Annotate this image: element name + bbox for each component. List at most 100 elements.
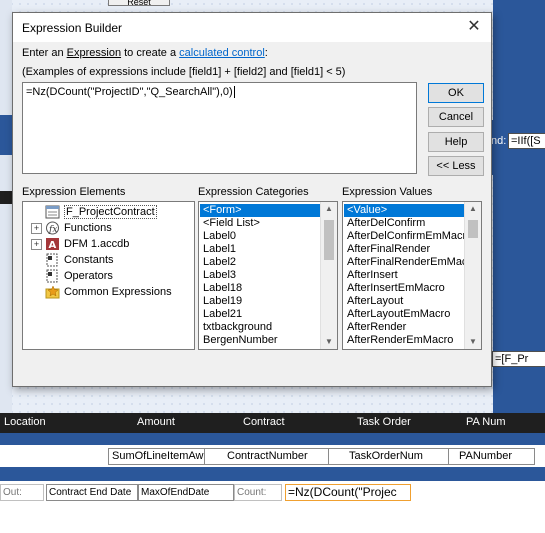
tree-label-operators: Operators — [64, 270, 113, 282]
scroll-thumb[interactable] — [324, 220, 334, 260]
bg-field-project[interactable]: =[F_Pr — [492, 351, 545, 367]
bg-left-label — [0, 191, 12, 204]
ok-button[interactable]: OK — [428, 83, 484, 103]
function-icon: fx — [45, 221, 60, 235]
tree-item-operators[interactable]: Operators — [45, 268, 113, 284]
value-item[interactable]: AfterRender — [344, 321, 464, 334]
scroll-up-icon[interactable]: ▲ — [321, 202, 337, 216]
star-folder-icon — [45, 285, 60, 299]
text-caret — [233, 86, 235, 99]
expand-icon[interactable]: + — [31, 238, 42, 250]
svg-text:A: A — [49, 240, 57, 251]
tree-item-form[interactable]: F_ProjectContract — [45, 204, 157, 220]
dialog-title: Expression Builder — [22, 21, 123, 35]
value-item[interactable]: AfterLayoutEmMacro — [344, 308, 464, 321]
category-item[interactable]: Label0 — [200, 230, 320, 243]
instruction-mid: to create a — [121, 47, 180, 59]
svg-text:fx: fx — [48, 225, 57, 235]
footer-contract-end-label[interactable]: Contract End Date — [46, 484, 138, 501]
col-contract: Contract — [243, 416, 285, 428]
title-bar: Expression Builder — [13, 13, 491, 42]
category-item[interactable]: Label18 — [200, 282, 320, 295]
calculated-control-link[interactable]: calculated control — [179, 47, 265, 59]
col-pa-num: PA Num — [466, 416, 506, 428]
value-item[interactable]: AfterRenderEmMacro — [344, 334, 464, 347]
reset-button[interactable]: Reset — [108, 0, 170, 6]
footer-max-end-date[interactable]: MaxOfEndDate — [138, 484, 234, 501]
cancel-button[interactable]: Cancel — [428, 107, 484, 127]
values-list[interactable]: <Value> AfterDelConfirm AfterDelConfirmE… — [342, 201, 482, 350]
value-item[interactable]: AfterDelConfirm — [344, 217, 464, 230]
categories-list[interactable]: <Form> <Field List> Label0 Label1 Label2… — [198, 201, 338, 350]
expression-text: =Nz(DCount("ProjectID","Q_SearchAll"),0) — [26, 86, 233, 98]
detail-band — [0, 433, 545, 445]
bg-field-iif[interactable]: =IIf([S — [508, 133, 545, 149]
category-item[interactable]: Label21 — [200, 308, 320, 321]
value-item[interactable]: AfterFinalRender — [344, 243, 464, 256]
instruction-prefix: Enter an — [22, 47, 67, 59]
footer-count-expression[interactable]: =Nz(DCount("Projec — [285, 484, 411, 501]
field-task-order-num[interactable]: TaskOrderNum — [328, 448, 465, 465]
field-contract-number[interactable]: ContractNumber — [204, 448, 346, 465]
tree-label-constants: Constants — [64, 254, 114, 266]
tree-item-database[interactable]: + A DFM 1.accdb — [31, 236, 129, 252]
footer-count-label: Count: — [234, 484, 282, 501]
elements-label: Expression Elements — [22, 186, 126, 198]
detail-row: SumOfLineItemAwa ContractNumber TaskOrde… — [0, 445, 545, 467]
instruction-expr: Expression — [66, 47, 122, 59]
less-button[interactable]: << Less — [428, 156, 484, 176]
footer-band — [0, 467, 545, 481]
value-item[interactable]: AfterDelConfirmEmMacro — [344, 230, 464, 243]
value-item[interactable]: <Value> — [344, 204, 464, 217]
tree-item-common-expressions[interactable]: Common Expressions — [45, 284, 172, 300]
col-location: Location — [4, 416, 46, 428]
tree-label-common-expressions: Common Expressions — [64, 286, 172, 298]
category-item[interactable]: BergenNumber — [200, 334, 320, 347]
instruction-suffix: : — [264, 47, 268, 59]
value-item[interactable]: AfterLayout — [344, 295, 464, 308]
examples-text: (Examples of expressions include [field1… — [22, 66, 346, 78]
field-pa-number[interactable]: PANumber — [448, 448, 535, 465]
value-item[interactable]: AfterFinalRenderEmMacro — [344, 256, 464, 269]
category-item[interactable]: <Field List> — [200, 217, 320, 230]
footer-out-label: Out: — [0, 484, 44, 501]
elements-tree[interactable]: F_ProjectContract + fx Functions + A DFM… — [22, 201, 195, 350]
constants-icon — [45, 253, 60, 267]
category-item[interactable]: Label2 — [200, 256, 320, 269]
scroll-up-icon[interactable]: ▲ — [465, 202, 481, 216]
expand-icon[interactable]: + — [31, 222, 42, 234]
categories-label: Expression Categories — [198, 186, 309, 198]
scroll-down-icon[interactable]: ▼ — [321, 335, 337, 349]
close-icon[interactable] — [465, 18, 483, 36]
categories-scrollbar[interactable]: ▲ ▼ — [320, 202, 337, 349]
category-item[interactable]: Label19 — [200, 295, 320, 308]
category-item[interactable]: <Form> — [200, 204, 320, 217]
help-button[interactable]: Help — [428, 132, 484, 152]
form-icon — [45, 205, 60, 219]
tree-label-functions: Functions — [64, 222, 112, 234]
category-item[interactable]: Label1 — [200, 243, 320, 256]
scroll-down-icon[interactable]: ▼ — [465, 335, 481, 349]
tree-label-database: DFM 1.accdb — [64, 238, 130, 250]
tree-item-functions[interactable]: + fx Functions — [31, 220, 112, 236]
expression-builder-dialog: Expression Builder Enter an Expression t… — [12, 12, 492, 387]
tree-label-form: F_ProjectContract — [64, 205, 157, 219]
category-item[interactable]: Label3 — [200, 269, 320, 282]
expression-textbox[interactable]: =Nz(DCount("ProjectID","Q_SearchAll"),0) — [22, 82, 417, 174]
values-scrollbar[interactable]: ▲ ▼ — [464, 202, 481, 349]
value-item[interactable]: AfterInsert — [344, 269, 464, 282]
category-item[interactable]: txtbackground — [200, 321, 320, 334]
operators-icon — [45, 269, 60, 283]
field-sum-line-item[interactable]: SumOfLineItemAwa — [108, 448, 205, 465]
bg-field-label: nd: — [491, 135, 507, 147]
value-item[interactable]: AfterInsertEmMacro — [344, 282, 464, 295]
col-task-order: Task Order — [357, 416, 411, 428]
scroll-thumb[interactable] — [468, 220, 478, 238]
tree-item-constants[interactable]: Constants — [45, 252, 114, 268]
values-label: Expression Values — [342, 186, 433, 198]
access-database-icon: A — [45, 237, 60, 251]
left-ruler — [0, 0, 12, 413]
col-amount: Amount — [137, 416, 175, 428]
instruction-text: Enter an Expression to create a calculat… — [22, 47, 268, 59]
section-band-strip — [0, 115, 12, 155]
